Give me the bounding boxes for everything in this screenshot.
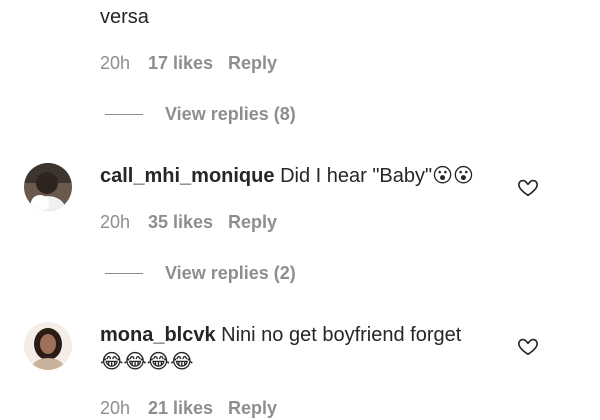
comment-2-reply-button[interactable]: Reply bbox=[228, 212, 277, 233]
comment-3-avatar[interactable] bbox=[24, 322, 72, 370]
view-replies-line bbox=[105, 273, 143, 274]
avatar-photo bbox=[24, 163, 72, 211]
comment-1-text-tail: versa bbox=[100, 6, 149, 28]
comment-1-likes[interactable]: 17 likes bbox=[148, 53, 213, 74]
comment-2-username[interactable]: call_mhi_monique bbox=[100, 165, 275, 187]
view-replies-line bbox=[105, 114, 143, 115]
comment-3-text: Nini no get boyfriend forget bbox=[221, 324, 462, 346]
comment-3-username[interactable]: mona_blcvk bbox=[100, 324, 216, 346]
comment-2-body: call_mhi_monique Did I hear "Baby"😮😮 bbox=[100, 164, 474, 188]
comment-2-text: Did I hear "Baby" bbox=[280, 165, 433, 187]
comment-3-likes[interactable]: 21 likes bbox=[148, 398, 213, 419]
comment-1-reply-button[interactable]: Reply bbox=[228, 53, 277, 74]
comment-1-time: 20h bbox=[100, 53, 131, 73]
avatar-photo bbox=[24, 322, 72, 370]
comment-3-body: mona_blcvk Nini no get boyfriend forget bbox=[100, 323, 461, 347]
comment-2-emojis: 😮😮 bbox=[432, 165, 474, 187]
comment-2-view-replies-button[interactable]: View replies (2) bbox=[165, 263, 296, 284]
comment-3-emojis: 😂😂😂😂 bbox=[100, 351, 194, 373]
comment-2-avatar[interactable] bbox=[24, 163, 72, 211]
heart-outline-icon[interactable] bbox=[517, 335, 539, 357]
comment-2-likes[interactable]: 35 likes bbox=[148, 212, 213, 233]
comment-3-time: 20h bbox=[100, 398, 131, 418]
comment-2-time: 20h bbox=[100, 212, 131, 232]
comment-3-reply-button[interactable]: Reply bbox=[228, 398, 277, 419]
heart-outline-icon[interactable] bbox=[517, 176, 539, 198]
comment-1-view-replies-button[interactable]: View replies (8) bbox=[165, 104, 296, 125]
